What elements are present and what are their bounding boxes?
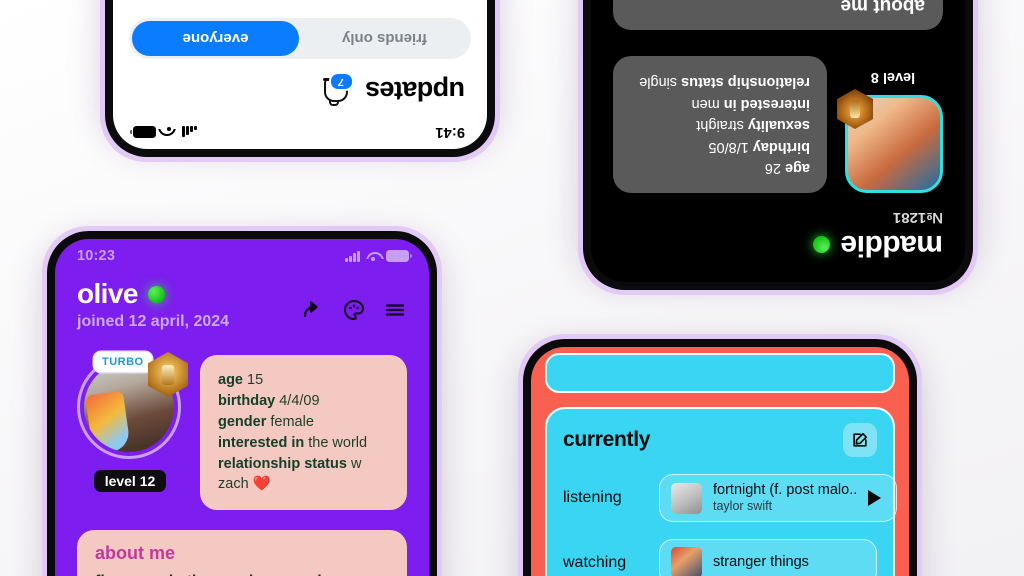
profile-info-card: age 15 birthday 4/4/09 gender female int… (200, 355, 407, 511)
avatar-column: TURBO level 12 (77, 352, 188, 492)
phone-bezel: maddie №1281 level 8 age 26 birthday 1/8… (583, 0, 973, 290)
phone-dark-profile: maddie №1281 level 8 age 26 birthday 1/8… (578, 0, 978, 295)
currently-card: currently listening fortnight (f. post m… (545, 407, 898, 576)
about-me-title: about me (840, 0, 925, 16)
tab-friends-only[interactable]: friends only (301, 21, 468, 56)
battery-icon (133, 126, 156, 138)
updates-header: updates 7 (113, 65, 487, 122)
row-primary-text: fortnight (f. post malo.. (713, 482, 858, 498)
palette-icon[interactable] (342, 298, 366, 322)
updates-screen: 9:41 updates 7 friends only everyone (113, 0, 487, 149)
info-row-relationship-status: relationship status w zach ❤️ (218, 455, 362, 493)
screenshot-stage: 9:41 updates 7 friends only everyone mad… (0, 0, 1024, 576)
profile-name: olive (77, 278, 138, 309)
dark-profile-body: maddie №1281 level 8 age 26 birthday 1/8… (591, 55, 965, 282)
row-label: watching (563, 553, 627, 571)
profile-name-row: olive (77, 278, 229, 310)
joined-date: joined 12 april, 2024 (77, 313, 230, 330)
info-row-birthday: birthday 4/4/09 (218, 392, 320, 409)
bell-icon[interactable]: 7 (322, 72, 354, 106)
status-icons (133, 126, 197, 138)
info-row-age: age 15 (218, 372, 264, 388)
notification-count-badge: 7 (328, 72, 354, 92)
olive-profile-screen: 10:23 olive joined 12 april, 2024 TURBO … (55, 239, 429, 576)
dark-profile-screen: maddie №1281 level 8 age 26 birthday 1/8… (591, 0, 965, 282)
olive-header: olive joined 12 april, 2024 (55, 266, 429, 331)
notification-item[interactable]: tz omg it's finally happening!!!!! now (113, 0, 487, 8)
header-actions (301, 278, 407, 322)
wifi-icon (366, 251, 380, 262)
album-art (671, 482, 702, 514)
info-row-birthday: birthday 1/8/05 (708, 138, 810, 155)
row-content[interactable]: fortnight (f. post malo.. taylor swift (659, 474, 898, 523)
currently-row-watching: watching stranger things (563, 539, 877, 576)
currently-row-listening: listening fortnight (f. post malo.. tayl… (563, 474, 898, 523)
currently-screen: currently listening fortnight (f. post m… (531, 347, 909, 576)
row-secondary-text: taylor swift (713, 499, 773, 514)
phone-currently: currently listening fortnight (f. post m… (518, 334, 922, 576)
info-row-interested-in: interested in the world (218, 434, 368, 451)
profile-name: maddie (840, 229, 943, 262)
profile-info-card: age 26 birthday 1/8/05 sexuality straigh… (613, 55, 827, 193)
phone-bezel: 10:23 olive joined 12 april, 2024 TURBO … (47, 231, 437, 576)
profile-main: level 8 age 26 birthday 1/8/05 sexuality… (613, 55, 943, 193)
row-primary-text: stranger things (713, 554, 809, 571)
avatar[interactable]: TURBO (77, 352, 188, 459)
phone-updates: 9:41 updates 7 friends only everyone (100, 0, 500, 162)
status-bar: 9:41 (113, 122, 487, 149)
level-label: level 12 (93, 470, 167, 492)
row-content[interactable]: stranger things (659, 539, 877, 576)
status-bar: 10:23 (55, 239, 429, 266)
phone-olive-profile: 10:23 olive joined 12 april, 2024 TURBO … (42, 226, 442, 576)
cellular-bars-icon (182, 126, 197, 138)
avatar[interactable] (845, 95, 943, 193)
cellular-bars-icon (345, 250, 360, 262)
battery-icon (386, 250, 412, 262)
profile-name-row: maddie (613, 228, 943, 262)
info-row-age: age 26 (764, 160, 810, 176)
row-label: listening (563, 489, 622, 507)
info-row-interested-in: interested in men (691, 95, 810, 112)
currently-header: currently (563, 423, 877, 457)
status-icons (345, 250, 412, 262)
page-title: updates (365, 76, 465, 106)
info-row-gender: gender female (218, 413, 314, 430)
share-arrow-icon[interactable] (301, 298, 325, 322)
about-me-title: about me (95, 543, 176, 564)
about-me-card: about me flowers, skating, and memes is … (77, 530, 407, 576)
about-me-card: about me (613, 0, 943, 30)
edit-pencil-icon[interactable] (843, 423, 877, 457)
profile-number: №1281 (892, 209, 943, 226)
info-row-relationship-status: relationship status single (639, 74, 810, 91)
play-icon[interactable] (868, 490, 882, 507)
tab-everyone[interactable]: everyone (132, 21, 299, 56)
hamburger-menu-icon[interactable] (383, 298, 407, 322)
online-status-dot (147, 285, 165, 303)
online-status-dot (812, 236, 830, 254)
info-row-sexuality: sexuality straight (696, 117, 810, 134)
olive-profile-main: TURBO level 12 age 15 birthday 4/4/09 ge… (55, 331, 429, 511)
status-time: 10:23 (77, 248, 116, 264)
show-poster (671, 547, 702, 576)
turbo-badge: TURBO (94, 352, 152, 372)
currently-title: currently (563, 428, 651, 451)
avatar-column: level 8 (843, 69, 943, 193)
updates-tabs: friends only everyone (129, 18, 471, 59)
phone-bezel: 9:41 updates 7 friends only everyone (105, 0, 495, 157)
status-time: 9:41 (435, 124, 465, 140)
wifi-icon (162, 127, 176, 138)
level-label: level 8 (870, 69, 916, 85)
top-strip-card (545, 353, 895, 393)
phone-bezel: currently listening fortnight (f. post m… (523, 339, 917, 576)
